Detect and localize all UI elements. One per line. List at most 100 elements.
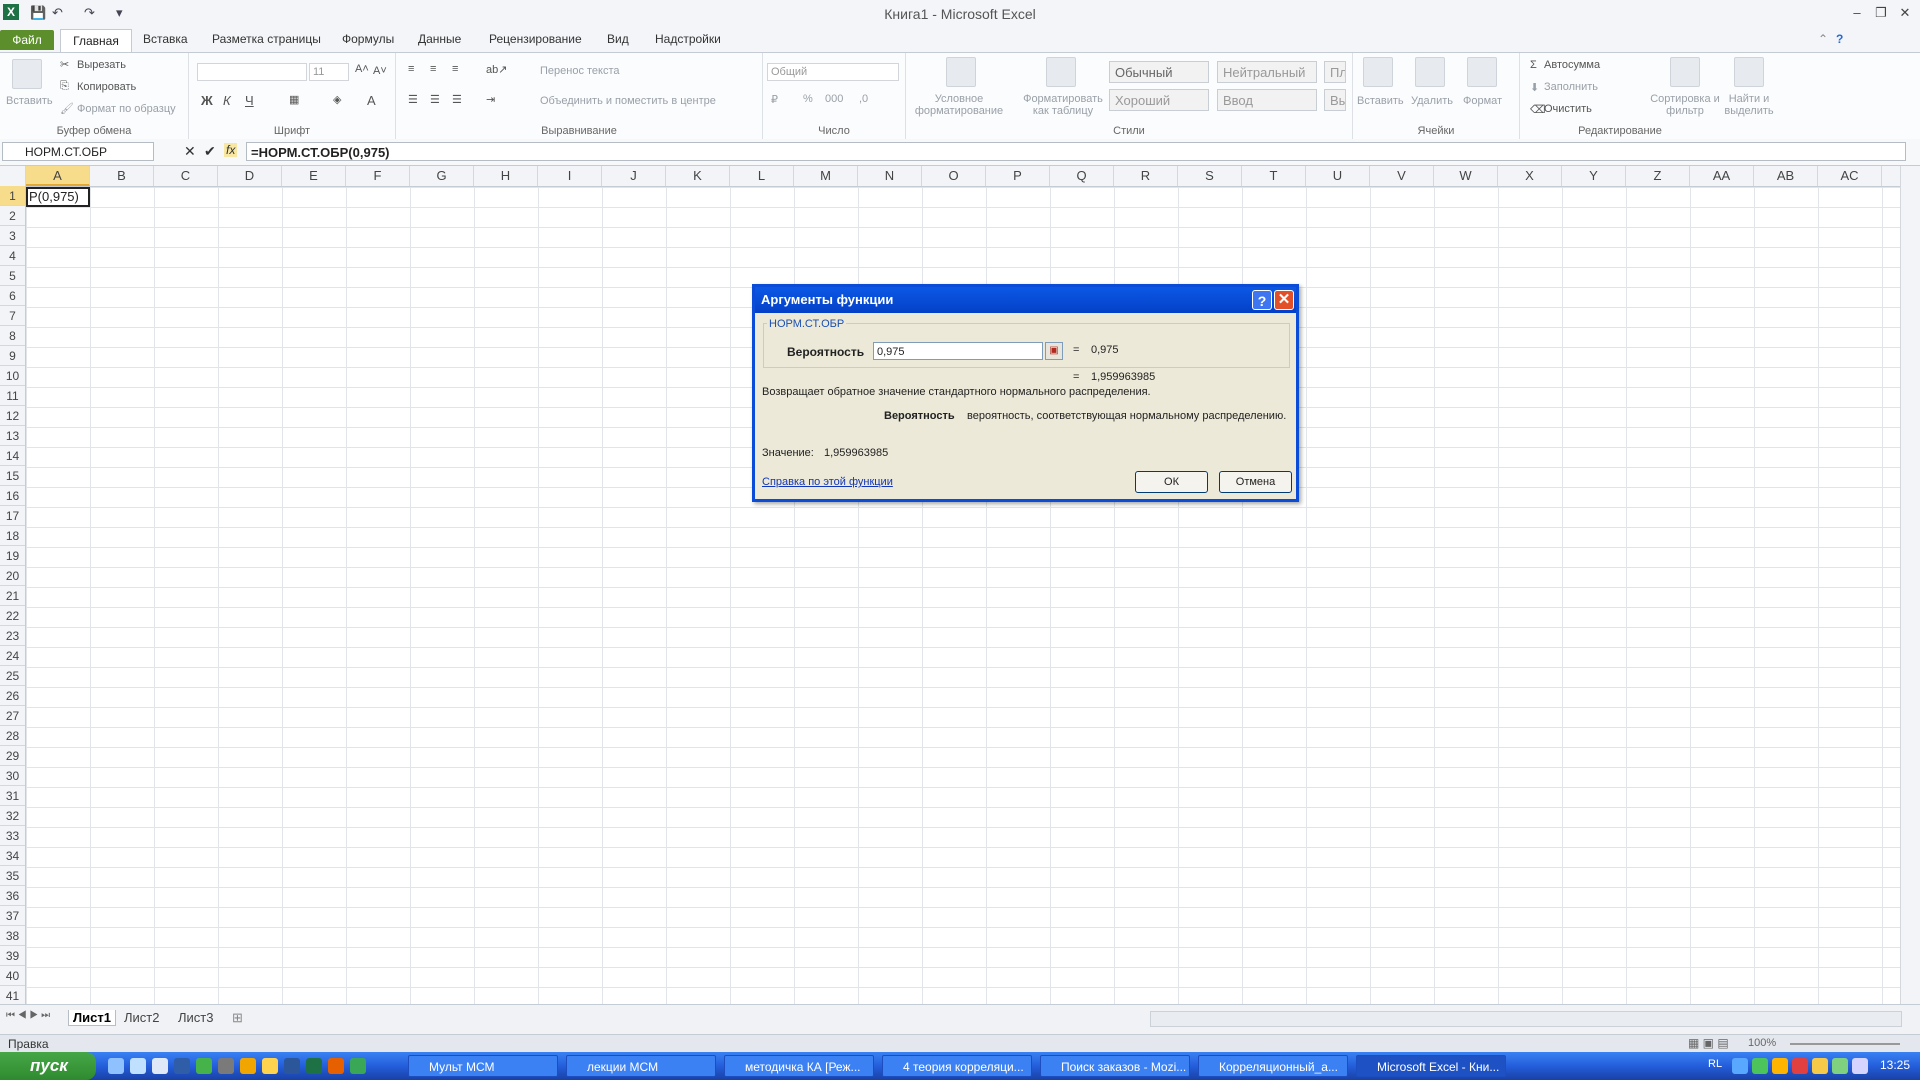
row-header-4[interactable]: 4 <box>0 246 25 266</box>
format-painter-icon[interactable]: 🖌 <box>60 102 74 115</box>
start-button[interactable]: пуск <box>0 1052 96 1080</box>
probability-input[interactable]: 0,975 <box>873 342 1043 360</box>
number-format-combo[interactable]: Общий <box>767 63 899 81</box>
collapse-dialog-icon[interactable]: ▣ <box>1045 342 1063 360</box>
row-header-1[interactable]: 1 <box>0 186 25 206</box>
copy-icon[interactable]: ⎘ <box>60 80 69 93</box>
delete-cells-icon[interactable] <box>1415 57 1445 87</box>
row-header-21[interactable]: 21 <box>0 586 25 606</box>
tray-network-icon[interactable] <box>1732 1058 1748 1074</box>
borders-icon[interactable]: ▦ <box>289 93 299 106</box>
tab-view[interactable]: Вид <box>607 32 629 46</box>
dialog-close-button[interactable]: ✕ <box>1274 290 1294 310</box>
task-korrelyacionnyi[interactable]: Корреляционный_а... <box>1198 1055 1348 1077</box>
select-all-corner[interactable] <box>0 166 26 186</box>
column-header-m[interactable]: M <box>794 166 858 186</box>
enter-icon[interactable]: ✔ <box>204 143 216 160</box>
format-painter-button[interactable]: Формат по образцу <box>77 103 176 115</box>
column-header-q[interactable]: Q <box>1050 166 1114 186</box>
firefox-icon[interactable] <box>328 1058 344 1074</box>
copy-button[interactable]: Копировать <box>77 81 136 93</box>
restore-button[interactable]: ❐ <box>1870 4 1892 22</box>
row-header-6[interactable]: 6 <box>0 286 25 306</box>
chrome-icon[interactable] <box>240 1058 256 1074</box>
task-excel[interactable]: Microsoft Excel - Кни... <box>1356 1055 1506 1077</box>
column-header-p[interactable]: P <box>986 166 1050 186</box>
align-left-icon[interactable]: ☰ <box>408 93 418 106</box>
font-size-combo[interactable]: 11 <box>309 63 349 81</box>
row-header-23[interactable]: 23 <box>0 626 25 646</box>
column-header-g[interactable]: G <box>410 166 474 186</box>
style-output[interactable]: Вывод <box>1324 89 1346 111</box>
column-header-u[interactable]: U <box>1306 166 1370 186</box>
notepad-icon[interactable] <box>152 1058 168 1074</box>
sheet-tab-1[interactable]: Лист1 <box>68 1010 116 1026</box>
delete-cells-button[interactable]: Удалить <box>1411 95 1453 107</box>
row-header-20[interactable]: 20 <box>0 566 25 586</box>
row-header-22[interactable]: 22 <box>0 606 25 626</box>
conditional-format-icon[interactable] <box>946 57 976 87</box>
sheet-nav-icon[interactable]: ⏮ ◀ ▶ ⏭ <box>6 1010 50 1021</box>
view-buttons-icon[interactable]: ▦ ▣ ▤ <box>1688 1036 1729 1050</box>
row-header-30[interactable]: 30 <box>0 766 25 786</box>
help-icon[interactable]: ? <box>1836 32 1843 46</box>
style-good[interactable]: Хороший <box>1109 89 1209 111</box>
task-lekcii-msm[interactable]: лекции МСМ <box>566 1055 716 1077</box>
explorer-icon[interactable] <box>130 1058 146 1074</box>
dialog-help-button[interactable]: ? <box>1252 290 1272 310</box>
tab-addins[interactable]: Надстройки <box>655 32 721 46</box>
horizontal-scrollbar[interactable] <box>1150 1011 1902 1027</box>
sheet-tab-2[interactable]: Лист2 <box>124 1010 159 1025</box>
tab-page-layout[interactable]: Разметка страницы <box>212 32 321 46</box>
shrink-font-icon[interactable]: A˅ <box>373 65 387 77</box>
tray-update-icon[interactable] <box>1772 1058 1788 1074</box>
cancel-entry-icon[interactable]: ✕ <box>184 143 196 160</box>
scissors-icon[interactable]: ✂ <box>60 58 69 71</box>
row-header-19[interactable]: 19 <box>0 546 25 566</box>
row-header-9[interactable]: 9 <box>0 346 25 366</box>
column-header-aa[interactable]: AA <box>1690 166 1754 186</box>
app-quick-icon[interactable] <box>218 1058 234 1074</box>
insert-cells-icon[interactable] <box>1363 57 1393 87</box>
style-normal[interactable]: Обычный <box>1109 61 1209 83</box>
task-firefox[interactable]: Поиск заказов - Mozi... <box>1040 1055 1190 1077</box>
row-header-32[interactable]: 32 <box>0 806 25 826</box>
fill-icon[interactable]: ⬇ <box>1530 81 1539 94</box>
word-icon[interactable] <box>284 1058 300 1074</box>
task-metodichka[interactable]: методичка КА [Реж... <box>724 1055 874 1077</box>
column-header-ab[interactable]: AB <box>1754 166 1818 186</box>
row-header-5[interactable]: 5 <box>0 266 25 286</box>
tab-insert[interactable]: Вставка <box>143 32 188 46</box>
format-cells-button[interactable]: Формат <box>1463 95 1502 107</box>
row-header-28[interactable]: 28 <box>0 726 25 746</box>
column-header-j[interactable]: J <box>602 166 666 186</box>
align-middle-icon[interactable]: ≡ <box>430 63 436 75</box>
row-header-26[interactable]: 26 <box>0 686 25 706</box>
column-header-d[interactable]: D <box>218 166 282 186</box>
vertical-scrollbar[interactable] <box>1900 166 1920 1004</box>
align-center-icon[interactable]: ☰ <box>430 93 440 106</box>
align-right-icon[interactable]: ☰ <box>452 93 462 106</box>
ie-icon[interactable] <box>108 1058 124 1074</box>
sheet-tab-3[interactable]: Лист3 <box>178 1010 213 1025</box>
decimal-icon[interactable]: ,0 <box>859 93 868 105</box>
tab-review[interactable]: Рецензирование <box>489 32 582 46</box>
align-bottom-icon[interactable]: ≡ <box>452 63 458 75</box>
percent-icon[interactable]: % <box>803 93 813 105</box>
folder-quick-icon[interactable] <box>262 1058 278 1074</box>
column-header-l[interactable]: L <box>730 166 794 186</box>
cancel-button[interactable]: Отмена <box>1219 471 1292 493</box>
row-header-38[interactable]: 38 <box>0 926 25 946</box>
grow-font-icon[interactable]: A˄ <box>355 63 369 75</box>
row-header-36[interactable]: 36 <box>0 886 25 906</box>
column-header-y[interactable]: Y <box>1562 166 1626 186</box>
task-mult-msm[interactable]: Мульт МСМ <box>408 1055 558 1077</box>
name-box[interactable]: НОРМ.СТ.ОБР <box>2 142 154 161</box>
tab-home[interactable]: Главная <box>60 29 132 53</box>
row-header-18[interactable]: 18 <box>0 526 25 546</box>
column-header-ac[interactable]: AC <box>1818 166 1882 186</box>
column-header-i[interactable]: I <box>538 166 602 186</box>
italic-button[interactable]: К <box>223 93 231 108</box>
autosum-icon[interactable]: Σ <box>1530 59 1537 71</box>
column-header-n[interactable]: N <box>858 166 922 186</box>
